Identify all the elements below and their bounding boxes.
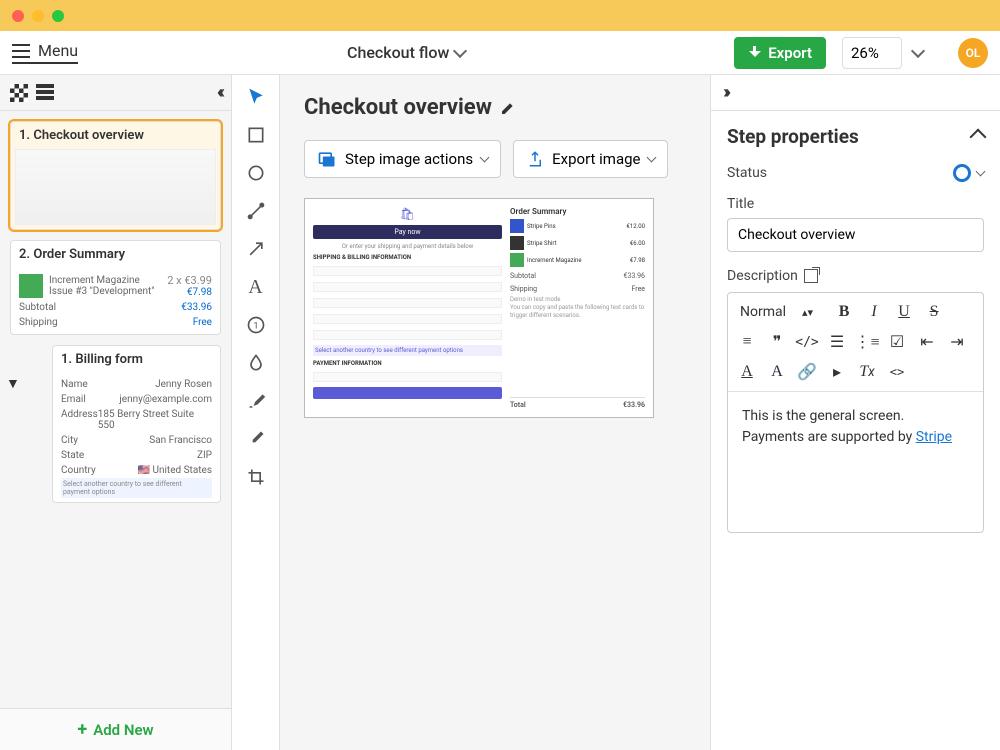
highlighter-tool-icon[interactable] (244, 427, 268, 451)
crop-tool-icon[interactable] (244, 465, 268, 489)
add-new-button[interactable]: + Add New (0, 708, 231, 750)
step-card-checkout-overview[interactable]: 1. Checkout overview (10, 121, 221, 230)
edit-title-icon[interactable] (500, 100, 516, 116)
chevron-down-icon (911, 43, 925, 57)
hamburger-icon (12, 44, 30, 58)
canvas-preview-image[interactable]: 🛍 Pay now Or enter your shipping and pay… (304, 198, 654, 418)
canvas-area: Checkout overview Step image actions Exp… (280, 75, 710, 750)
user-avatar[interactable]: OL (958, 38, 988, 68)
popout-icon[interactable] (804, 269, 818, 283)
export-image-button[interactable]: Export image (513, 140, 668, 178)
editor-toolbar: Normal▴▾ B I U S ≡ ❞ </> ☰ ⋮≡ ☑ ⇤ ⇥ A A … (728, 293, 983, 392)
code-icon[interactable]: </> (794, 329, 820, 355)
step-card-order-summary[interactable]: 2. Order Summary Increment MagazineIssue… (10, 240, 221, 335)
arrow-tool-icon[interactable] (244, 237, 268, 261)
format-dropdown[interactable]: Normal▴▾ (734, 299, 819, 325)
minimize-window-icon[interactable] (32, 10, 44, 22)
export-button[interactable]: Export (734, 37, 826, 69)
flow-title-dropdown[interactable]: Checkout flow (347, 43, 465, 62)
rectangle-tool-icon[interactable] (244, 123, 268, 147)
blur-tool-icon[interactable] (244, 351, 268, 375)
brush-tool-icon[interactable] (244, 389, 268, 413)
stripe-link[interactable]: Stripe (916, 429, 952, 445)
checklist-icon[interactable]: ☑ (884, 329, 910, 355)
export-label: Export (768, 44, 812, 62)
chevron-down-icon (647, 153, 657, 163)
panel-title: Step properties (727, 125, 859, 148)
text-color-icon[interactable]: A (734, 359, 760, 385)
editor-content[interactable]: This is the general screen. Payments are… (728, 392, 983, 532)
chevron-down-icon (453, 43, 467, 57)
text-tool-icon[interactable]: A (244, 275, 268, 299)
download-icon (748, 46, 762, 60)
tree-collapse-icon[interactable]: ▼ (6, 375, 20, 392)
close-window-icon[interactable] (12, 10, 24, 22)
align-icon[interactable]: ≡ (734, 329, 760, 355)
chevron-down-icon (976, 167, 986, 177)
line-tool-icon[interactable] (244, 199, 268, 223)
strikethrough-icon[interactable]: S (921, 299, 947, 325)
highlight-icon[interactable]: A (764, 359, 790, 385)
ordered-list-icon[interactable]: ☰ (824, 329, 850, 355)
plus-icon: + (77, 719, 87, 740)
pointer-tool-icon[interactable] (244, 85, 268, 109)
collapse-section-icon[interactable] (970, 128, 987, 145)
status-dropdown[interactable] (953, 164, 984, 182)
product-thumb-icon (19, 274, 43, 298)
italic-icon[interactable]: I (861, 299, 887, 325)
menu-label: Menu (38, 41, 78, 60)
rich-text-editor: Normal▴▾ B I U S ≡ ❞ </> ☰ ⋮≡ ☑ ⇤ ⇥ A A … (727, 292, 984, 533)
quote-icon[interactable]: ❞ (764, 329, 790, 355)
bullet-list-icon[interactable]: ⋮≡ (854, 329, 880, 355)
menu-button[interactable]: Menu (12, 41, 78, 64)
properties-panel: ››› Step properties Status Title Descrip… (710, 75, 1000, 750)
status-ring-icon (953, 164, 971, 182)
status-label: Status (727, 165, 767, 181)
steps-sidebar: ‹‹‹ 1. Checkout overview 2. Order Summar… (0, 75, 232, 750)
zoom-control (842, 37, 930, 69)
outdent-icon[interactable]: ⇤ (914, 329, 940, 355)
top-bar: Menu Checkout flow Export OL (0, 31, 1000, 75)
description-label: Description (727, 268, 798, 284)
image-actions-icon (317, 149, 337, 169)
tool-strip: A 1 (232, 75, 280, 750)
embed-icon[interactable]: <> (884, 359, 910, 385)
chevron-down-icon (480, 153, 490, 163)
indent-icon[interactable]: ⇥ (944, 329, 970, 355)
expand-panel-icon[interactable]: ››› (723, 82, 727, 103)
sidebar-header: ‹‹‹ (0, 75, 231, 111)
pay-button-preview (313, 387, 502, 399)
step-image-actions-button[interactable]: Step image actions (304, 140, 501, 178)
title-input[interactable] (727, 218, 984, 252)
list-view-icon[interactable] (36, 84, 54, 102)
bold-icon[interactable]: B (831, 299, 857, 325)
canvas-title: Checkout overview (304, 95, 686, 120)
flow-title-text: Checkout flow (347, 43, 449, 62)
step-card-billing-form[interactable]: 1. Billing form NameJenny Rosen Emailjen… (52, 345, 221, 503)
grid-view-icon[interactable] (10, 84, 28, 102)
window-titlebar (0, 0, 1000, 31)
title-label: Title (727, 196, 984, 212)
collapse-sidebar-icon[interactable]: ‹‹‹ (217, 82, 221, 103)
circle-tool-icon[interactable] (244, 161, 268, 185)
zoom-dropdown[interactable] (906, 37, 930, 69)
export-icon (526, 150, 544, 168)
clear-format-icon[interactable]: Tx (854, 359, 880, 385)
video-icon[interactable]: ▸ (824, 359, 850, 385)
maximize-window-icon[interactable] (52, 10, 64, 22)
svg-text:1: 1 (253, 321, 258, 331)
number-tool-icon[interactable]: 1 (244, 313, 268, 337)
underline-icon[interactable]: U (891, 299, 917, 325)
step-thumbnail (15, 149, 216, 225)
link-icon[interactable]: 🔗 (794, 359, 820, 385)
zoom-input[interactable] (842, 37, 902, 69)
